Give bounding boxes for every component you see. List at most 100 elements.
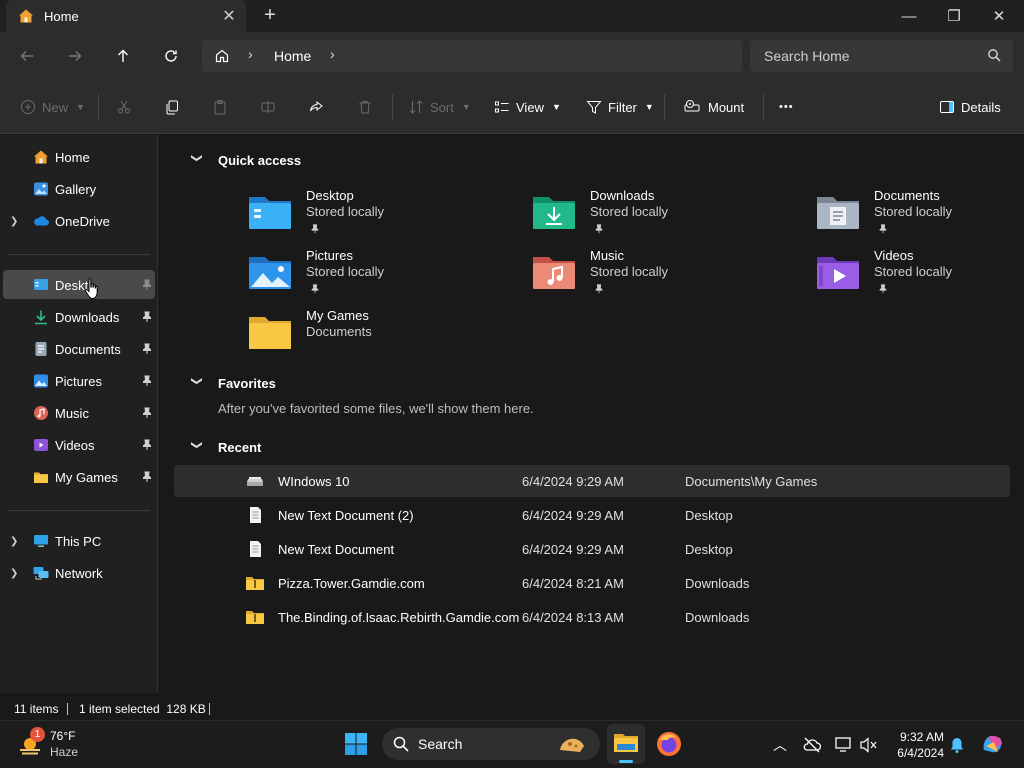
windows-start-icon[interactable] [344,732,368,756]
filter-button[interactable]: Filter ▼ [586,97,654,117]
sidebar-item-pictures[interactable]: Pictures [0,367,156,395]
search-icon [988,49,1001,62]
folder-zip-icon [246,577,264,590]
quick-access-header[interactable]: ❯ Quick access [190,150,302,170]
cut-button[interactable] [116,97,132,117]
forward-button[interactable] [63,44,87,68]
sidebar-item-music[interactable]: Music [0,399,156,427]
status-bar: 11 items 1 item selected 128 KB [0,696,1024,720]
sort-button[interactable]: Sort ▼ [408,97,471,117]
sidebar-item-my-games[interactable]: My Games [0,463,156,491]
clock-time: 9:32 AM [899,730,944,744]
taskbar-search[interactable]: Search [382,728,600,760]
quick-access-item-my-games[interactable]: My Games Documents [248,308,518,364]
quick-access-item-desktop[interactable]: Desktop Stored locally [248,188,518,244]
restore-button[interactable]: ❐ [931,0,977,32]
chevron-right-icon[interactable]: ❯ [10,536,18,547]
quick-access-item-music[interactable]: Music Stored locally [532,248,802,304]
new-button[interactable]: New ▼ [20,97,85,117]
breadcrumb-chevron-icon[interactable]: › [330,46,335,62]
table-row[interactable]: New Text Document 6/4/2024 9:29 AM Deskt… [174,533,1010,565]
firefox-icon[interactable] [656,731,682,757]
pin-icon [143,439,151,450]
chevron-down-icon[interactable]: ❯ [191,376,204,390]
cloud-offline-icon[interactable] [802,736,822,754]
row-name: New Text Document (2) [278,508,414,523]
search-input[interactable]: Search Home [764,48,850,64]
sidebar-item-documents[interactable]: Documents [0,335,156,363]
favorites-header[interactable]: ❯ Favorites [190,373,276,393]
pin-icon [143,343,151,354]
show-hidden-icons-chevron-icon[interactable]: ︿ [770,735,790,755]
share-button[interactable] [308,97,324,117]
details-button[interactable]: Details [939,97,1001,117]
quick-access-item-documents[interactable]: Documents Stored locally [816,188,1024,244]
sidebar-item-label: Network [55,565,103,581]
sidebar-item-downloads[interactable]: Downloads [0,303,156,331]
chevron-right-icon[interactable]: ❯ [10,568,18,579]
notification-bell-icon[interactable] [949,736,965,754]
row-date: 6/4/2024 9:29 AM [522,474,624,489]
mount-label: Mount [708,99,745,115]
item-subtitle: Stored locally [306,204,385,219]
row-date: 6/4/2024 9:29 AM [522,508,624,523]
up-arrow-icon [118,49,128,62]
search-box[interactable]: Search Home [750,40,1013,72]
table-row[interactable]: Pizza.Tower.Gamdie.com 6/4/2024 8:21 AM … [174,567,1010,599]
share-icon [310,100,323,112]
delete-button[interactable] [357,97,373,117]
sidebar-item-network[interactable]: ❯ Network [0,559,156,587]
rename-button[interactable] [260,97,276,117]
volume-muted-icon[interactable] [860,737,878,753]
minimize-button[interactable]: — [886,0,932,32]
active-app-indicator [619,760,633,763]
view-button[interactable]: View ▼ [494,97,561,117]
pin-icon [311,284,319,294]
quick-access-item-downloads[interactable]: Downloads Stored locally [532,188,802,244]
table-row[interactable]: The.Binding.of.Isaac.Rebirth.Gamdie.com … [174,601,1010,633]
selection-info: 1 item selected 128 KB [79,702,206,716]
item-subtitle: Stored locally [874,264,953,279]
breadcrumb-chevron-icon[interactable]: › [248,46,253,62]
tab-home[interactable]: Home ✕ [6,0,246,32]
sidebar-divider [8,510,150,511]
sidebar-item-desktop[interactable]: Desktop [0,271,156,299]
recent-header[interactable]: ❯ Recent [190,437,262,457]
item-subtitle: Stored locally [590,264,669,279]
quick-access-item-pictures[interactable]: Pictures Stored locally [248,248,518,304]
item-name: Downloads [590,188,655,203]
chevron-right-icon[interactable]: ❯ [10,216,18,227]
sidebar-item-this-pc[interactable]: ❯ This PC [0,527,156,555]
up-button[interactable] [111,44,135,68]
more-options-button[interactable]: ••• [779,97,794,117]
weather-widget[interactable]: 1 76°F Haze [16,727,96,763]
table-row[interactable]: New Text Document (2) 6/4/2024 9:29 AM D… [174,499,1010,531]
disc-drive-icon [684,100,700,112]
refresh-button[interactable] [159,44,183,68]
chevron-down-icon[interactable]: ❯ [191,153,204,167]
chevron-down-icon[interactable]: ❯ [191,440,204,454]
display-icon[interactable] [834,736,854,754]
quick-access-item-videos[interactable]: Videos Stored locally [816,248,1024,304]
close-tab-icon[interactable]: ✕ [219,6,239,26]
sidebar-item-home[interactable]: Home [0,143,156,171]
copilot-icon[interactable] [980,732,1006,756]
sidebar-item-onedrive[interactable]: ❯ OneDrive [0,207,156,235]
address-bar[interactable]: › Home › [202,40,742,72]
item-subtitle: Stored locally [306,264,385,279]
new-tab-button[interactable]: + [260,4,280,27]
table-row[interactable]: WIndows 10 6/4/2024 9:29 AM Documents\My… [174,465,1010,497]
close-window-button[interactable]: ✕ [976,0,1022,32]
breadcrumb-home[interactable]: Home [274,48,311,64]
text-file-icon [250,507,261,523]
back-button[interactable] [15,44,39,68]
clock[interactable]: 9:32 AM 6/4/2024 [884,729,944,761]
chevron-down-icon: ▼ [551,102,561,112]
mount-button[interactable]: Mount [684,97,744,117]
copy-button[interactable] [164,97,180,117]
sort-icon [409,100,423,114]
paste-button[interactable] [212,97,228,117]
sidebar-item-gallery[interactable]: Gallery [0,175,156,203]
taskbar-file-explorer[interactable] [607,724,645,764]
sidebar-item-videos[interactable]: Videos [0,431,156,459]
